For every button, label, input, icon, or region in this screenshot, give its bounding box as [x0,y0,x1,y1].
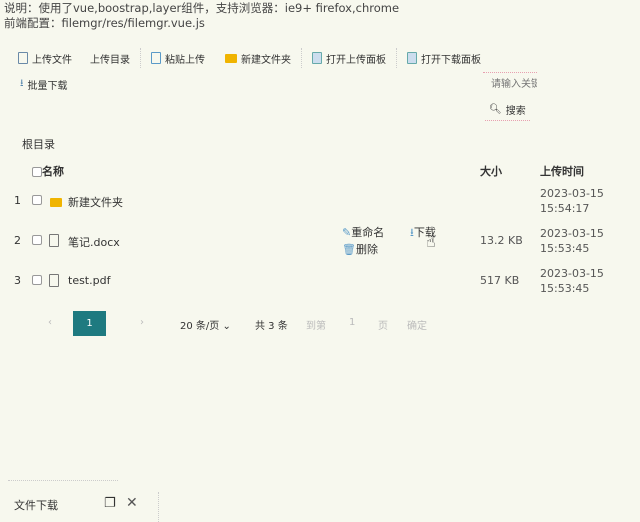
row-checkbox[interactable] [32,275,42,285]
divider [8,480,118,481]
clipboard-icon [151,52,161,64]
batch-download-button[interactable]: ⭳ 批量下载 [20,73,68,95]
file-icon [49,234,59,247]
upload-dir-button[interactable]: 上传目录 [90,47,130,69]
row-size: 517 KB [480,274,520,287]
upload-file-button[interactable]: 上传文件 [18,47,72,69]
row-index: 2 [14,234,21,247]
row-size: 13.2 KB [480,234,523,247]
open-upload-panel-button[interactable]: 打开上传面板 [312,47,386,69]
row-date: 2023-03-15 [540,267,604,280]
page-size-select[interactable]: 20 条/页 ⌄ [180,317,231,332]
download-icon: ⭳ [20,77,24,89]
open-download-panel-label: 打开下载面板 [421,54,481,66]
row-time: 15:54:17 [540,202,590,215]
goto-label: 到第 [306,321,326,332]
rename-label: 重命名 [351,226,385,239]
trash-icon: 🗑︎ [342,243,356,256]
chevron-down-icon: ⌄ [222,321,231,332]
row-checkbox[interactable] [32,195,42,205]
page-1-button[interactable]: 1 [73,311,106,336]
batch-download-label: 批量下载 [27,80,68,92]
select-all-checkbox[interactable] [32,167,42,177]
next-page-button[interactable]: › [140,317,144,328]
search-label: 搜索 [505,106,526,117]
header-time: 上传时间 [540,165,584,178]
header-name: 名称 [42,165,64,178]
breadcrumb[interactable]: 根目录 [22,136,55,152]
search-input[interactable] [483,72,537,96]
goto-confirm-button[interactable]: 确定 [407,317,427,332]
row-checkbox[interactable] [32,235,42,245]
prev-page-button[interactable]: ‹ [48,317,52,328]
row-date: 2023-03-15 [540,187,604,200]
page-unit-label: 页 [378,321,388,332]
goto-input[interactable]: 1 [349,317,355,328]
new-folder-button[interactable]: 新建文件夹 [225,47,291,69]
config-note: 前端配置：filemgr/res/filemgr.vue.js [4,16,205,30]
folder-icon [225,53,237,63]
search-icon: 🔍︎ [489,104,502,115]
total-count: 共 3 条 [255,321,288,332]
new-folder-label: 新建文件夹 [241,54,291,66]
row-name-link[interactable]: test.pdf [68,274,110,287]
paste-upload-button[interactable]: 粘贴上传 [151,47,205,69]
rename-button[interactable]: ✎重命名 [342,224,384,240]
divider [396,48,397,68]
paste-upload-label: 粘贴上传 [165,54,205,66]
file-icon [18,52,28,64]
hand-cursor-icon: ☝︎ [426,232,436,251]
divider [158,492,159,522]
open-upload-panel-label: 打开上传面板 [326,54,386,66]
upload-file-label: 上传文件 [32,54,72,66]
upload-dir-label: 上传目录 [90,54,130,66]
download-panel-icon [407,52,417,64]
row-index: 1 [14,194,21,207]
row-date: 2023-03-15 [540,227,604,240]
edit-icon: ✎ [342,226,352,239]
row-index: 3 [14,274,21,287]
row-name-link[interactable]: 笔记.docx [68,234,120,250]
open-download-panel-button[interactable]: 打开下载面板 [407,47,481,69]
divider [301,48,302,68]
row-time: 15:53:45 [540,282,590,295]
delete-label: 删除 [355,243,378,256]
folder-icon [50,198,62,207]
restore-icon[interactable]: ❐ [104,496,116,511]
divider [140,48,141,68]
header-size: 大小 [480,165,502,178]
close-icon[interactable]: ✕ [126,495,138,511]
upload-panel-icon [312,52,322,64]
search-button[interactable]: 🔍︎ 搜索 [485,99,530,121]
row-time: 15:53:45 [540,242,590,255]
delete-button[interactable]: 🗑︎删除 [342,241,378,257]
download-panel-title: 文件下载 [14,499,58,512]
description-note: 说明：使用了vue,boostrap,layer组件，支持浏览器：ie9+ fi… [4,1,400,15]
row-name-link[interactable]: 新建文件夹 [68,194,123,210]
file-icon [49,274,59,287]
page-size-label: 20 条/页 [180,321,220,332]
